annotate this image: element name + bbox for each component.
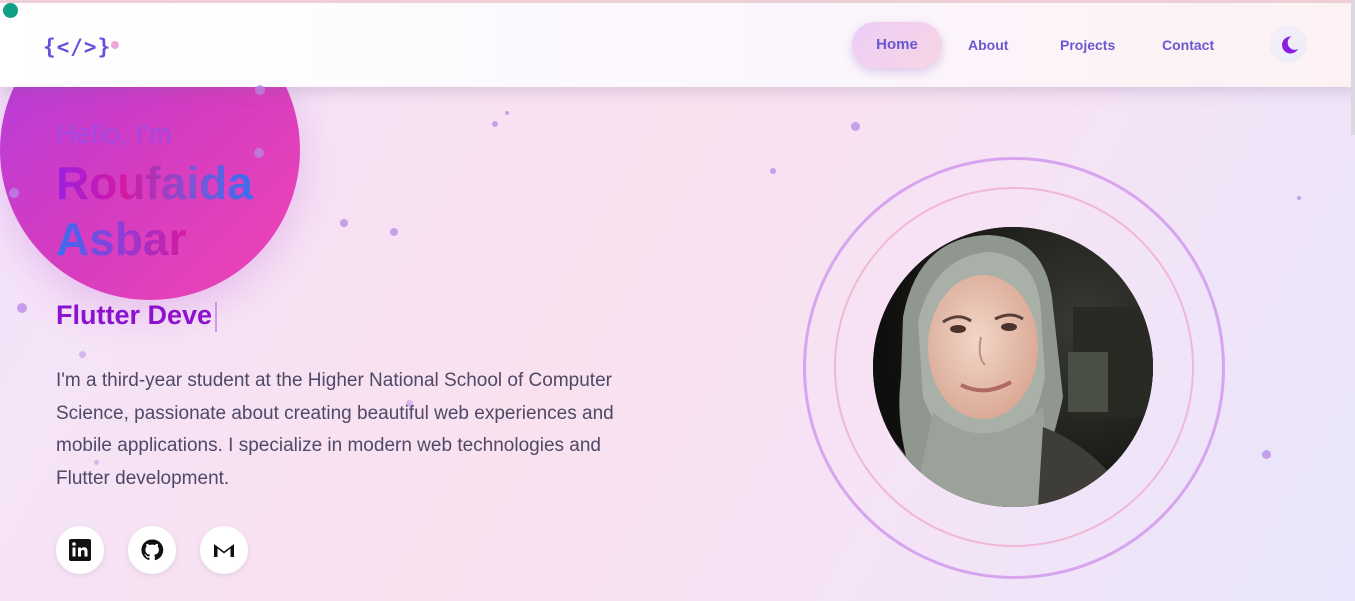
- particle: [851, 122, 860, 131]
- gmail-icon: [214, 544, 234, 557]
- linkedin-button[interactable]: [56, 526, 104, 574]
- particle: [9, 188, 19, 198]
- first-name-heading: Roufaida: [56, 157, 253, 209]
- bio-paragraph: I'm a third-year student at the Higher N…: [56, 370, 614, 489]
- gmail-button[interactable]: [200, 526, 248, 574]
- github-icon: [141, 539, 164, 561]
- particle: [390, 228, 398, 236]
- navbar: {</>} Home About Projects Contact: [0, 3, 1355, 87]
- linkedin-icon: [69, 539, 91, 561]
- particle: [770, 168, 776, 174]
- particle: [505, 111, 509, 115]
- typing-caret: [215, 301, 218, 332]
- nav-projects-link[interactable]: Projects: [1060, 37, 1115, 53]
- nav-contact-link[interactable]: Contact: [1162, 37, 1214, 53]
- particle: [254, 148, 264, 158]
- github-button[interactable]: [128, 526, 176, 574]
- role-text: Flutter Deve: [56, 300, 213, 330]
- particle: [255, 85, 265, 95]
- role-typing-text: Flutter Deve: [56, 300, 218, 332]
- nav-about-link[interactable]: About: [968, 37, 1008, 53]
- theme-toggle-button[interactable]: [1269, 25, 1307, 63]
- particle: [340, 219, 348, 227]
- logo[interactable]: {</>}: [43, 35, 111, 59]
- particle: [492, 121, 498, 127]
- greeting-text: Hello, I'm: [56, 118, 172, 149]
- nav-home-link[interactable]: Home: [852, 22, 942, 68]
- moon-icon: [1282, 36, 1298, 54]
- particle: [17, 303, 27, 313]
- nav-home-label: Home: [876, 36, 918, 53]
- logo-dot: [111, 41, 119, 49]
- status-dot: [3, 3, 18, 18]
- particle: [1297, 196, 1301, 200]
- last-name-heading: Asbar: [56, 213, 187, 265]
- scrollbar[interactable]: [1351, 0, 1355, 135]
- particle: [1262, 450, 1271, 459]
- profile-photo: [873, 227, 1153, 507]
- particle: [79, 351, 86, 358]
